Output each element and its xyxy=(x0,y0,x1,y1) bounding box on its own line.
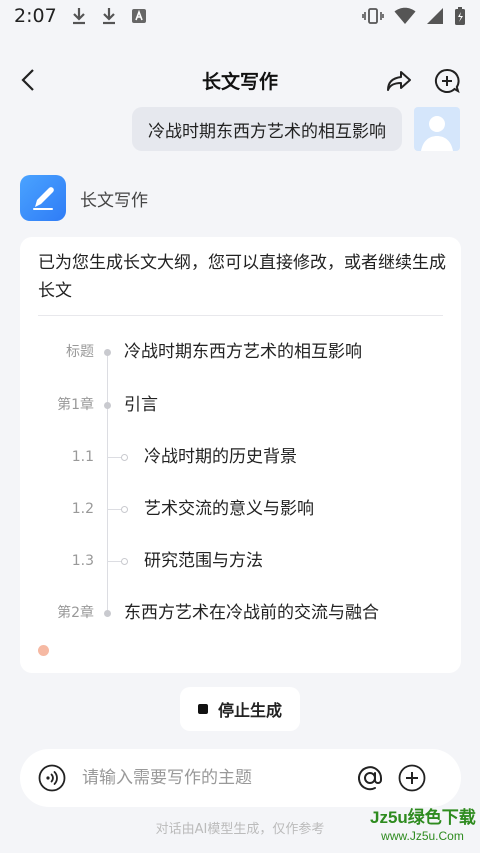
status-time: 2:07 xyxy=(14,5,57,27)
share-button[interactable] xyxy=(384,66,414,96)
outline-connector xyxy=(108,561,122,562)
download-icon xyxy=(101,7,117,25)
top-app-bar: 长文写作 xyxy=(0,56,480,104)
user-message-bubble[interactable]: 冷战时期东西方艺术的相互影响 xyxy=(132,107,402,151)
outline-subitem-dot xyxy=(121,506,128,513)
battery-charging-icon xyxy=(454,6,466,26)
signal-icon xyxy=(426,7,444,25)
translate-app-icon xyxy=(131,8,147,24)
topic-input[interactable]: 请输入需要写作的主题 xyxy=(82,749,252,807)
outline-item-text: 东西方艺术在冷战前的交流与融合 xyxy=(124,603,379,623)
user-message-text: 冷战时期东西方艺术的相互影响 xyxy=(148,121,386,142)
outline-item[interactable]: 1.3 研究范围与方法 xyxy=(20,546,461,576)
outline-connector xyxy=(108,509,122,510)
stop-icon xyxy=(197,704,208,714)
vibrate-icon xyxy=(362,7,384,25)
watermark-main-text: Jz5u绿色下载 xyxy=(370,808,476,827)
attach-button[interactable] xyxy=(398,764,426,792)
outline-item-dot xyxy=(104,349,111,356)
outline-item[interactable]: 标题 冷战时期东西方艺术的相互影响 xyxy=(20,337,461,367)
person-icon xyxy=(421,116,453,151)
user-message-row: 冷战时期东西方艺术的相互影响 xyxy=(0,107,480,153)
outline-item-number: 第2章 xyxy=(57,605,94,621)
outline-item-text: 艺术交流的意义与影响 xyxy=(144,499,314,519)
outline-item-number: 1.2 xyxy=(71,501,94,517)
outline-item-number: 1.3 xyxy=(71,553,94,569)
outline-item-number: 第1章 xyxy=(57,397,94,413)
bot-name: 长文写作 xyxy=(80,190,148,211)
outline-item[interactable]: 1.1 冷战时期的历史背景 xyxy=(20,442,461,472)
outline-item[interactable]: 第2章 东西方艺术在冷战前的交流与融合 xyxy=(20,598,461,628)
mention-button[interactable] xyxy=(356,764,384,792)
bot-logo xyxy=(20,175,66,221)
stop-generating-label: 停止生成 xyxy=(217,701,282,720)
outline-connector xyxy=(108,457,122,458)
plus-circle-icon xyxy=(398,764,426,792)
new-chat-button[interactable] xyxy=(432,66,462,96)
download-icon xyxy=(71,7,87,25)
watermark-logo: Jz5u绿色下载 www.Jz5u.Com xyxy=(370,808,476,848)
watermark-sub-text: www.Jz5u.Com xyxy=(381,829,464,843)
chevron-left-icon xyxy=(21,69,34,91)
page-title: 长文写作 xyxy=(201,70,278,93)
outline-subitem-dot xyxy=(121,454,128,461)
user-avatar[interactable] xyxy=(414,107,460,151)
answer-card: 已为您生成长文大纲，您可以直接修改，或者继续生成长文 标题 冷战时期东西方艺术的相… xyxy=(20,237,461,673)
outline-subitem-dot xyxy=(121,558,128,565)
outline-item-text: 冷战时期的历史背景 xyxy=(144,447,297,467)
voice-icon xyxy=(38,764,66,792)
share-icon xyxy=(387,71,411,91)
new-chat-icon xyxy=(435,68,460,94)
outline-item-text: 引言 xyxy=(124,395,158,415)
at-sign-icon xyxy=(358,766,382,791)
wifi-icon xyxy=(394,7,416,25)
stop-generating-button[interactable]: 停止生成 xyxy=(180,687,300,731)
status-bar: 2:07 xyxy=(0,0,480,32)
outline-item-text: 研究范围与方法 xyxy=(144,551,263,571)
outline-item[interactable]: 1.2 艺术交流的意义与影响 xyxy=(20,494,461,524)
outline-item-number: 标题 xyxy=(66,344,94,360)
pen-icon xyxy=(33,187,54,210)
voice-input-button[interactable] xyxy=(38,764,66,792)
outline-item[interactable]: 第1章 引言 xyxy=(20,390,461,420)
back-button[interactable] xyxy=(14,66,42,94)
outline-item-dot xyxy=(104,402,111,409)
outline-item-dot xyxy=(104,610,111,617)
divider xyxy=(38,315,443,316)
chat-input-bar: 请输入需要写作的主题 xyxy=(20,749,461,807)
answer-intro-text: 已为您生成长文大纲，您可以直接修改，或者继续生成长文 xyxy=(38,253,446,301)
generating-indicator xyxy=(38,645,49,656)
outline-item-number: 1.1 xyxy=(71,449,94,465)
outline-item-text: 冷战时期东西方艺术的相互影响 xyxy=(124,342,362,362)
bot-header: 长文写作 xyxy=(20,174,148,222)
